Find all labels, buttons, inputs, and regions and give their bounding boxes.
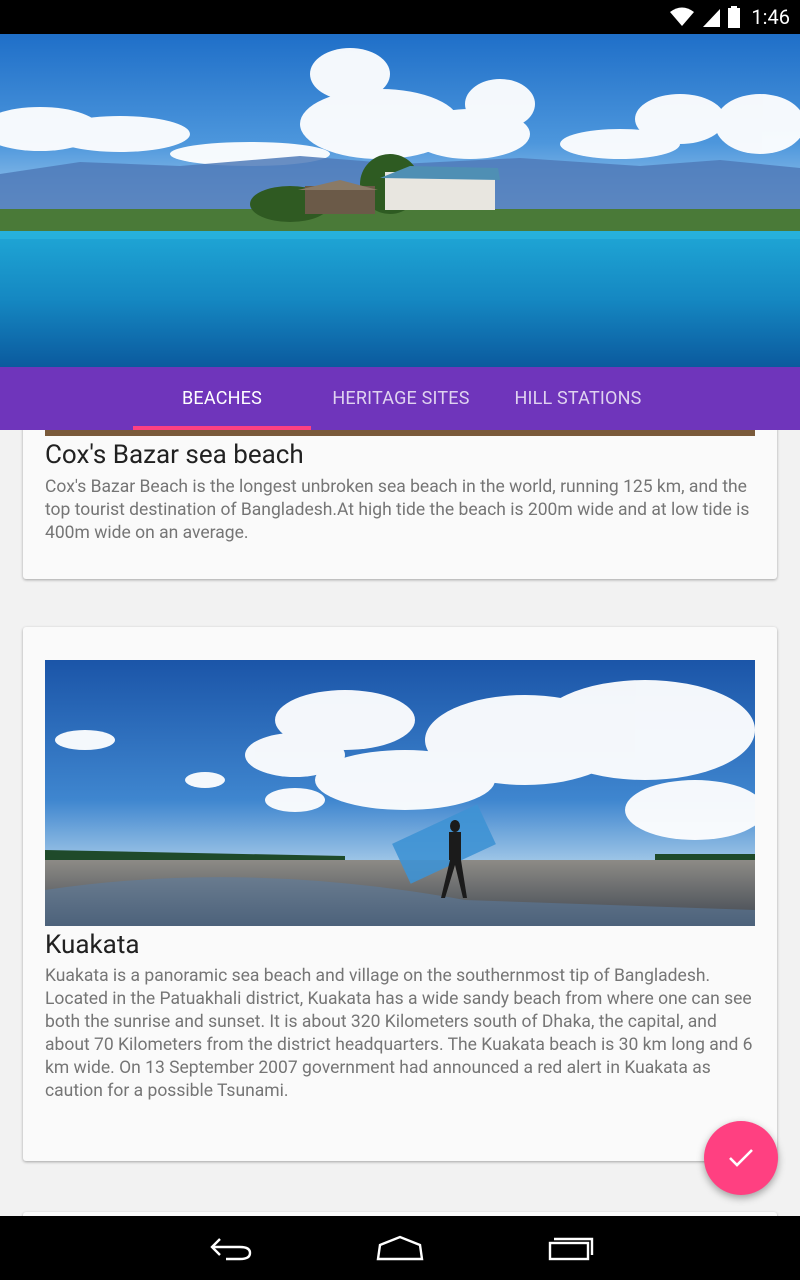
beach-card-kuakata[interactable]: Kuakata Kuakata is a panoramic sea beach… xyxy=(23,627,777,1161)
tab-heritage-sites[interactable]: HERITAGE SITES xyxy=(316,367,486,430)
check-icon xyxy=(729,1149,753,1167)
battery-icon xyxy=(728,6,741,28)
wifi-icon xyxy=(670,7,695,26)
card-description: Kuakata is a panoramic sea beach and vil… xyxy=(45,966,753,1101)
back-icon xyxy=(210,1238,252,1261)
beach-photo xyxy=(45,660,755,926)
navigation-bar xyxy=(0,1216,800,1280)
home-icon xyxy=(376,1235,424,1261)
status-time: 1:46 xyxy=(751,5,790,29)
tab-bar: BEACHES HERITAGE SITES HILL STATIONS xyxy=(0,367,800,430)
card-title: Cox's Bazar sea beach xyxy=(45,440,304,470)
recents-icon xyxy=(548,1237,594,1261)
nav-recents-button[interactable] xyxy=(540,1230,600,1266)
beach-photo xyxy=(45,430,755,436)
beach-card-coxs-bazar[interactable]: Cox's Bazar sea beach Cox's Bazar Beach … xyxy=(23,430,777,579)
nav-home-button[interactable] xyxy=(370,1230,430,1266)
tab-beaches[interactable]: BEACHES xyxy=(133,367,311,430)
card-description: Cox's Bazar Beach is the longest unbroke… xyxy=(45,477,750,543)
tab-hill-stations[interactable]: HILL STATIONS xyxy=(496,367,660,430)
status-bar: 1:46 xyxy=(0,0,800,34)
header-image xyxy=(0,34,800,367)
card-title: Kuakata xyxy=(45,930,140,960)
beach-list[interactable]: Cox's Bazar sea beach Cox's Bazar Beach … xyxy=(0,430,800,1216)
nav-back-button[interactable] xyxy=(200,1230,260,1266)
signal-icon xyxy=(703,9,721,27)
fab-check-button[interactable] xyxy=(704,1121,778,1195)
